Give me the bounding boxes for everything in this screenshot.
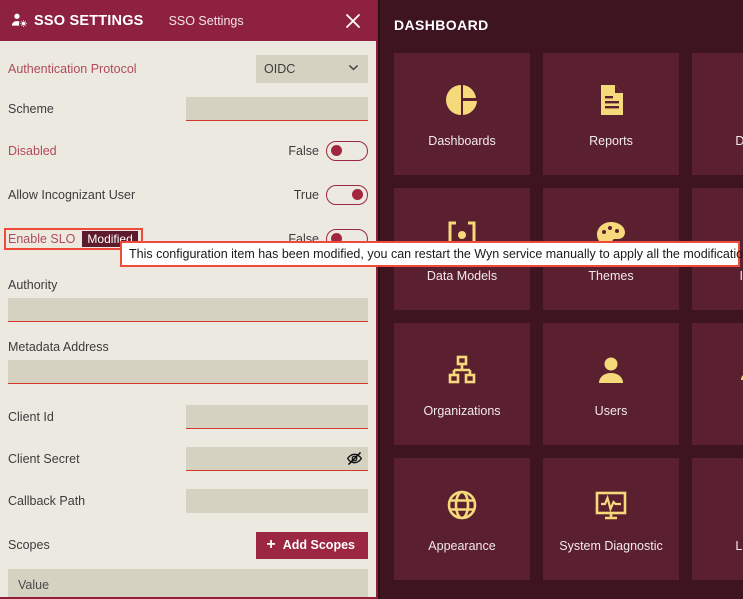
dashboard-title: DASHBOARD [394,17,489,33]
eye-off-icon[interactable] [346,450,363,467]
authority-input[interactable] [8,298,368,322]
metadata-address-input[interactable] [8,360,368,384]
tile-label: System Diagnostic [559,539,663,553]
tile-label: Images [739,269,743,283]
close-icon[interactable] [342,10,364,32]
allow-incognizant-toggle-wrap: True [294,185,368,205]
auth-protocol-select[interactable]: OIDC [256,55,368,83]
dashboard-tile-grid: Dashboards Reports Datasets Data Models [394,53,743,580]
field-label: Scopes [8,538,50,552]
sso-panel-title: SSO SETTINGS [34,12,144,29]
scopes-table: Value [8,569,368,597]
scopes-column-header: Value [18,578,50,592]
tile-reports[interactable]: Reports [543,53,679,175]
field-auth-protocol: Authentication Protocol OIDC [8,55,368,83]
dashboard-panel: DASHBOARD Dashboards Reports Datasets Da… [380,0,743,599]
tile-label: Organizations [423,404,501,418]
field-client-secret: Client Secret [8,445,368,473]
document-icon [591,80,631,120]
disabled-toggle[interactable] [326,141,368,161]
tile-label: Datasets [735,134,743,148]
org-chart-icon [442,350,482,390]
tile-roles[interactable]: Roles [692,323,743,445]
field-metadata-address: Metadata Address [8,340,368,384]
tile-label: Users [594,404,628,418]
tile-organizations[interactable]: Organizations [394,323,530,445]
client-secret-input[interactable] [186,447,368,471]
tile-users[interactable]: Users [543,323,679,445]
tile-label: Licenses [735,539,743,553]
tile-system-diagnostic[interactable]: System Diagnostic [543,458,679,580]
pie-chart-icon [442,80,482,120]
tile-label: Themes [588,269,634,283]
field-scheme: Scheme [8,95,368,123]
tooltip-text: This configuration item has been modifie… [129,247,743,261]
tile-dashboards[interactable]: Dashboards [394,53,530,175]
user-gear-icon [11,12,28,29]
sso-panel-subtitle: SSO Settings [168,13,244,28]
auth-protocol-value: OIDC [264,62,296,76]
field-label: Client Id [8,410,54,424]
client-id-input[interactable] [186,405,368,429]
field-label: Metadata Address [8,340,109,354]
sso-settings-form: Authentication Protocol OIDC Scheme Disa… [0,55,376,597]
field-label: Authentication Protocol [8,62,137,76]
chevron-down-icon [347,61,360,77]
scheme-input[interactable] [186,97,368,121]
field-allow-incognizant-user: Allow Incognizant User True [8,181,368,209]
allow-incognizant-toggle-state: True [293,188,319,202]
disabled-toggle-state: False [288,144,319,158]
field-disabled: Disabled False [8,137,368,165]
field-label: Enable SLO [8,232,76,246]
client-secret-wrap [186,447,368,471]
toggle-knob [331,145,342,156]
sso-panel-header: SSO SETTINGS SSO Settings [0,0,376,41]
field-label: Allow Incognizant User [8,188,136,202]
field-label: Scheme [8,102,54,116]
modified-tooltip: This configuration item has been modifie… [120,241,743,267]
toggle-knob [352,189,363,200]
disabled-toggle-wrap: False [288,141,368,161]
plus-icon: + [266,536,276,553]
field-label: Callback Path [8,494,86,508]
field-client-id: Client Id [8,403,368,431]
allow-incognizant-toggle[interactable] [326,185,368,205]
add-scopes-label: Add Scopes [282,538,355,552]
tile-label: Appearance [428,539,496,553]
field-callback-path: Callback Path [8,487,368,515]
callback-path-input[interactable] [186,489,368,513]
tile-label: Data Models [426,269,498,283]
tile-datasets[interactable]: Datasets [692,53,743,175]
field-label: Authority [8,278,58,292]
field-scopes: Scopes + Add Scopes [8,531,368,559]
sso-settings-panel: SSO SETTINGS SSO Settings Authentication… [0,0,378,599]
field-label: Client Secret [8,452,80,466]
field-label: Disabled [8,144,57,158]
user-icon [591,350,631,390]
tile-label: Dashboards [428,134,496,148]
monitor-pulse-icon [591,485,631,525]
tile-licenses[interactable]: Licenses [692,458,743,580]
field-authority: Authority [8,278,368,322]
add-scopes-button[interactable]: + Add Scopes [256,531,368,559]
tile-appearance[interactable]: Appearance [394,458,530,580]
tile-label: Reports [589,134,633,148]
globe-icon [442,485,482,525]
